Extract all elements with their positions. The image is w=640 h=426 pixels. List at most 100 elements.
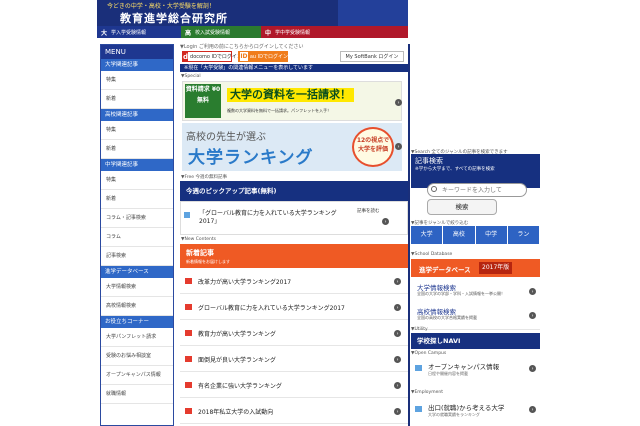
news-item[interactable]: 改革力が高い大学ランキング2017 ›: [180, 268, 408, 294]
new-articles-title: 新着記事: [186, 249, 214, 257]
search-title: 記事検索: [415, 157, 443, 165]
pickup-label: ▼Free 今週の無料記事: [181, 175, 227, 180]
employment-desc: 大学の就職実績をランキング: [428, 412, 480, 417]
top-nav: 大 学入学受験情報 高 校入試受験情報 中 学中学受験情報: [97, 26, 408, 38]
chevron-right-icon: ›: [529, 406, 536, 413]
free-badge: 資料請求 ¥0 無料: [185, 84, 221, 118]
open-campus-link[interactable]: オープンキャンパス情報 日程や開催内容を掲載 ›: [411, 357, 540, 383]
genre-tabs: 大学 高校 中学 ラン: [411, 226, 540, 244]
database-heading: 進学データベース 2017年版: [411, 259, 540, 277]
nav-university[interactable]: 大 学入学受験情報: [97, 26, 181, 38]
menu-category-database[interactable]: 進学データベース: [101, 266, 173, 278]
page: 今どきの中学・高校・大学受験を解剖！ 教育進学総合研究所 大 学入学受験情報 高…: [0, 0, 640, 426]
open-campus-label: ▼Open Campus: [411, 351, 447, 356]
news-item-title: 面倒見が良い大学ランキング: [198, 357, 276, 364]
high-school-search-link[interactable]: 高校情報検索 全国の高校の大学合格実績を掲載 ›: [411, 302, 540, 330]
softbank-login-button[interactable]: My SoftBank ログイン: [340, 51, 404, 62]
utility-label: ▼Utility: [411, 327, 428, 332]
pickup-article-title: 「グローバル教育に力を入れている大学ランキング2017」: [199, 210, 337, 225]
genre-university-button[interactable]: 大学: [411, 226, 444, 244]
category-notice: ※現在「大学受験」の関連情報メニューを表示しています: [180, 64, 408, 72]
menu-item-open-campus[interactable]: オープンキャンパス情報: [101, 366, 173, 385]
menu-item-junior-high-new[interactable]: 新着: [101, 190, 173, 209]
chevron-right-icon: ›: [394, 356, 401, 363]
ranking-badge: 12の視点で大学を評価: [352, 127, 394, 167]
new-tag-icon: [185, 304, 192, 310]
nav-junior-high[interactable]: 中 学中学受験情報: [261, 26, 408, 38]
open-campus-desc: 日程や開催内容を掲載: [428, 371, 468, 376]
database-year-badge: 2017年版: [479, 262, 513, 274]
menu-category-useful[interactable]: お役立ちコーナー: [101, 316, 173, 328]
document-icon: [415, 365, 422, 371]
menu-item-high-school-search[interactable]: 高校情報検索: [101, 297, 173, 316]
chevron-right-icon: ›: [394, 330, 401, 337]
school-navi-heading: 学校探しNAVI: [411, 333, 540, 349]
read-article-button[interactable]: 記事を読む: [357, 208, 380, 214]
menu-item-university-special[interactable]: 特集: [101, 71, 173, 90]
menu-item-column[interactable]: コラム: [101, 228, 173, 247]
nav-high-school[interactable]: 高 校入試受験情報: [181, 26, 261, 38]
pickup-article[interactable]: 「グローバル教育に力を入れている大学ランキング2017」 記事を読む ›: [180, 201, 408, 235]
menu-item-junior-high-special[interactable]: 特集: [101, 171, 173, 190]
news-item[interactable]: 2018年私立大学の入試動向 ›: [180, 398, 408, 424]
ranking-banner[interactable]: 高校の先生が選ぶ 大学ランキング 12の視点で大学を評価: [182, 123, 402, 171]
employment-link[interactable]: 出口(就職)から考える大学 大学の就職実績をランキング ›: [411, 398, 540, 424]
nav-junior-high-label: 学中学受験情報: [275, 29, 311, 36]
ranking-banner-title: 大学ランキング: [188, 148, 314, 168]
search-button[interactable]: 検索: [427, 199, 497, 215]
open-campus-title: オープンキャンパス情報: [428, 363, 500, 371]
new-contents-label: ▼New Contents: [181, 237, 216, 242]
chevron-right-icon[interactable]: ›: [382, 218, 389, 225]
new-tag-icon: [184, 212, 190, 218]
menu-item-pamphlet[interactable]: 大学パンフレット請求: [101, 328, 173, 347]
menu-item-article-search[interactable]: 記事検索: [101, 247, 173, 266]
news-item-title: 改革力が高い大学ランキング2017: [198, 279, 292, 286]
login-label: ▼Login ご利用の前にこちらからログインしてください: [180, 44, 304, 50]
news-item[interactable]: 面倒見が良い大学ランキング ›: [180, 346, 408, 372]
chevron-right-icon: ›: [529, 365, 536, 372]
keyword-search-input[interactable]: [427, 183, 527, 197]
menu-category-university[interactable]: 大学関連記事: [101, 59, 173, 71]
menu-item-consultation[interactable]: 受験のお悩み相談室: [101, 347, 173, 366]
site-logo[interactable]: 教育進学総合研究所: [120, 10, 228, 26]
search-subtitle: ※学から大学まで、すべての記事を検索: [415, 167, 495, 172]
chevron-right-icon: ›: [529, 288, 536, 295]
new-tag-icon: [185, 356, 192, 362]
search-icon: [431, 186, 437, 192]
au-id-icon: ID: [240, 52, 248, 61]
nav-university-label: 学入学受験情報: [111, 29, 147, 36]
menu-item-employment[interactable]: 就職情報: [101, 385, 173, 404]
menu-item-column-search[interactable]: コラム・記事検索: [101, 209, 173, 228]
docomo-login-button[interactable]: d docomo IDでログイン: [182, 51, 242, 62]
employment-title: 出口(就職)から考える大学: [428, 404, 505, 412]
au-login-label: au IDでログイン: [249, 54, 288, 60]
menu-item-university-new[interactable]: 新着: [101, 90, 173, 109]
chevron-right-icon[interactable]: ›: [395, 99, 402, 106]
genre-ranking-button[interactable]: ラン: [507, 226, 540, 244]
pickup-heading: 今週のピックアップ記事(無料): [180, 181, 408, 201]
menu-item-high-school-special[interactable]: 特集: [101, 121, 173, 140]
news-item-title: 教育力が高い大学ランキング: [198, 331, 276, 338]
chevron-right-icon[interactable]: ›: [395, 143, 402, 150]
news-item[interactable]: グローバル教育に力を入れている大学ランキング2017 ›: [180, 294, 408, 320]
menu-item-university-search[interactable]: 大学情報検索: [101, 278, 173, 297]
menu-item-high-school-new[interactable]: 新着: [101, 140, 173, 159]
menu-category-junior-high[interactable]: 中学関連記事: [101, 159, 173, 171]
au-login-button[interactable]: ID au IDでログイン: [238, 51, 288, 62]
high-school-search-desc: 全国の高校の大学合格実績を掲載: [417, 315, 477, 320]
genre-junior-high-button[interactable]: 中学: [475, 226, 508, 244]
pamphlet-banner[interactable]: 資料請求 ¥0 無料 大学の資料を一括請求！ 複数の大学資料を無料で一括請求。パ…: [182, 81, 402, 121]
chevron-right-icon: ›: [529, 312, 536, 319]
employment-label: ▼Employment: [411, 390, 443, 395]
menu-category-high-school[interactable]: 高校関連記事: [101, 109, 173, 121]
menu-title: MENU: [101, 45, 173, 59]
pamphlet-banner-subtitle: 複数の大学資料を無料で一括請求。パンフレットを入手！: [227, 108, 332, 113]
new-tag-icon: [185, 408, 192, 414]
genre-high-school-button[interactable]: 高校: [443, 226, 476, 244]
news-item-title: 2018年私立大学の入試動向: [198, 409, 274, 416]
pamphlet-banner-title: 大学の資料を一括請求！: [227, 88, 354, 102]
news-item[interactable]: 有名企業に強い大学ランキング ›: [180, 372, 408, 398]
column-divider: [408, 44, 410, 426]
side-menu: MENU 大学関連記事 特集 新着 高校関連記事 特集 新着 中学関連記事 特集…: [100, 44, 174, 426]
news-item[interactable]: 教育力が高い大学ランキング ›: [180, 320, 408, 346]
